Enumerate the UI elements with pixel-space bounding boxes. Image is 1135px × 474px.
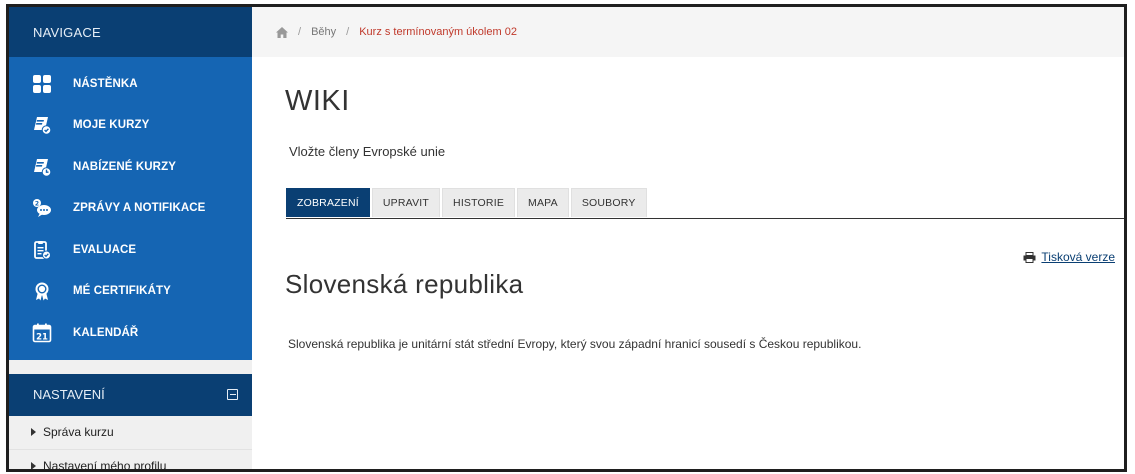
svg-text:2: 2 bbox=[35, 201, 39, 208]
breadcrumb-current[interactable]: Kurz s termínovaným úkolem 02 bbox=[359, 26, 517, 38]
settings-header[interactable]: NASTAVENÍ bbox=[9, 373, 252, 416]
nav-item-label: NÁSTĚNKA bbox=[73, 77, 138, 90]
breadcrumb: / Běhy / Kurz s termínovaným úkolem 02 bbox=[252, 7, 1124, 57]
settings-item-profile[interactable]: Nastavení mého profilu bbox=[9, 450, 252, 472]
nav-item-messages[interactable]: 2 ZPRÁVY A NOTIFIKACE bbox=[9, 188, 252, 230]
tab-history[interactable]: HISTORIE bbox=[442, 188, 516, 217]
caret-right-icon bbox=[31, 428, 36, 436]
nav-item-label: MOJE KURZY bbox=[73, 119, 150, 132]
nav-item-my-courses[interactable]: MOJE KURZY bbox=[9, 105, 252, 147]
home-icon[interactable] bbox=[276, 26, 288, 38]
section-title: Slovenská republika bbox=[285, 269, 524, 299]
print-version-label: Tisková verze bbox=[1041, 250, 1115, 264]
caret-right-icon bbox=[31, 462, 36, 469]
offered-courses-icon bbox=[32, 157, 52, 177]
tab-files[interactable]: SOUBORY bbox=[570, 188, 647, 217]
nav-item-evaluation[interactable]: EVALUACE bbox=[9, 229, 252, 271]
settings-item-course-admin[interactable]: Správa kurzu bbox=[9, 416, 252, 450]
breadcrumb-separator: / bbox=[346, 26, 350, 38]
main-content: / Běhy / Kurz s termínovaným úkolem 02 W… bbox=[252, 7, 1124, 469]
navigation-header: NAVIGACE bbox=[9, 7, 252, 57]
print-version-link[interactable]: Tisková verze bbox=[1023, 250, 1115, 264]
printer-icon bbox=[1023, 251, 1036, 263]
navigation-header-label: NAVIGACE bbox=[33, 24, 101, 40]
breadcrumb-separator: / bbox=[298, 26, 302, 38]
my-courses-icon bbox=[32, 115, 52, 136]
calendar-icon-number: 21 bbox=[36, 332, 48, 342]
nav-item-label: KALENDÁŘ bbox=[73, 326, 139, 339]
nav-item-dashboard[interactable]: NÁSTĚNKA bbox=[9, 63, 252, 105]
tab-edit[interactable]: UPRAVIT bbox=[371, 188, 441, 217]
nav-item-calendar[interactable]: 21 KALENDÁŘ bbox=[9, 312, 252, 354]
evaluation-icon bbox=[32, 240, 52, 260]
nav-item-offered-courses[interactable]: NABÍZENÉ KURZY bbox=[9, 146, 252, 188]
sidebar-spacer bbox=[9, 359, 252, 374]
app-frame: NAVIGACE NÁSTĚNKA MOJE KURZY NABÍZENÉ KU… bbox=[6, 4, 1127, 472]
page-title: WIKI bbox=[285, 85, 350, 117]
nav-item-label: ZPRÁVY A NOTIFIKACE bbox=[73, 202, 206, 215]
nav-item-label: MÉ CERTIFIKÁTY bbox=[73, 285, 171, 298]
nav-item-label: NABÍZENÉ KURZY bbox=[73, 160, 176, 173]
nav-item-certificates[interactable]: MÉ CERTIFIKÁTY bbox=[9, 271, 252, 313]
content-paragraph: Slovenská republika je unitární stát stř… bbox=[288, 337, 862, 351]
settings-header-label: NASTAVENÍ bbox=[33, 387, 105, 402]
breadcrumb-link-runs[interactable]: Běhy bbox=[311, 26, 336, 38]
dashboard-icon bbox=[32, 74, 52, 94]
collapse-icon[interactable] bbox=[227, 389, 238, 400]
nav-item-label: EVALUACE bbox=[73, 243, 137, 256]
calendar-icon: 21 bbox=[32, 323, 52, 343]
messages-icon: 2 bbox=[32, 198, 52, 218]
tab-view[interactable]: ZOBRAZENÍ bbox=[286, 188, 370, 217]
settings-item-label: Správa kurzu bbox=[43, 425, 114, 439]
certificate-icon bbox=[32, 281, 52, 301]
navigation-menu: NÁSTĚNKA MOJE KURZY NABÍZENÉ KURZY 2 ZPR… bbox=[9, 57, 252, 360]
page-subtitle: Vložte členy Evropské unie bbox=[289, 144, 446, 159]
tab-bar: ZOBRAZENÍ UPRAVIT HISTORIE MAPA SOUBORY bbox=[286, 188, 1124, 219]
tab-map[interactable]: MAPA bbox=[517, 188, 569, 217]
settings-item-label: Nastavení mého profilu bbox=[43, 459, 167, 472]
sidebar: NAVIGACE NÁSTĚNKA MOJE KURZY NABÍZENÉ KU… bbox=[9, 7, 252, 469]
